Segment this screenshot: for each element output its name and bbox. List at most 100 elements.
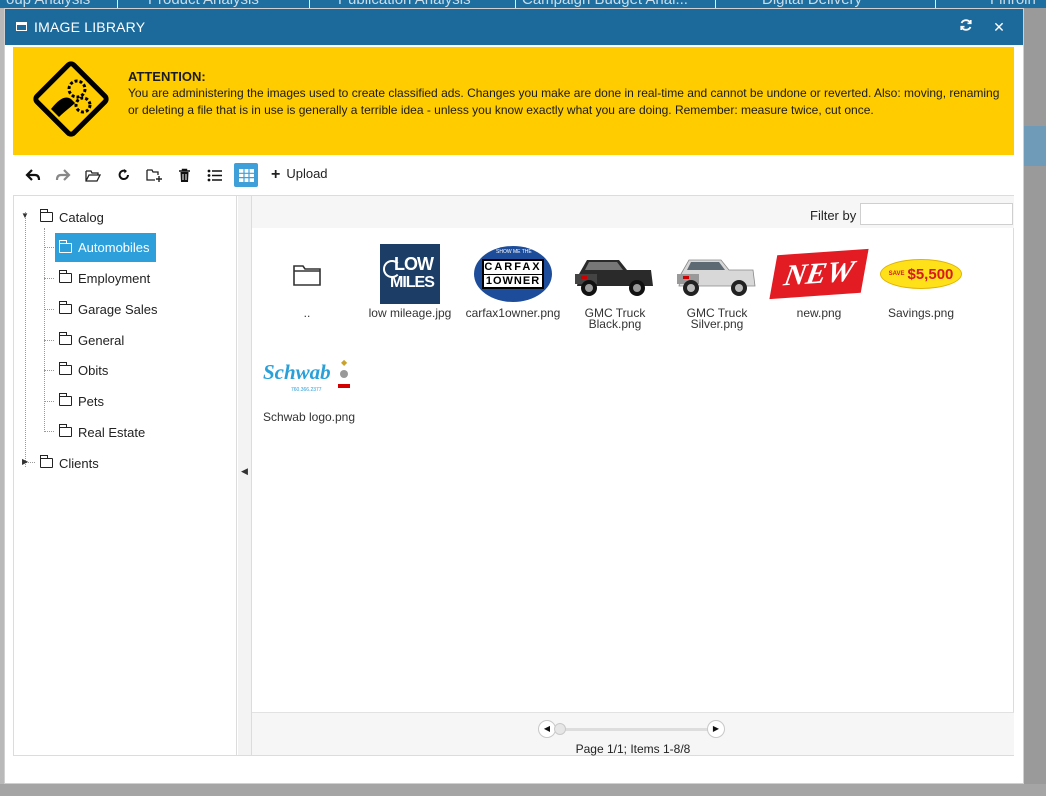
- background-tab: Finroin: [936, 0, 1046, 8]
- file-thumbnail: SAVE $5,500: [871, 242, 971, 306]
- grid-view-icon[interactable]: [234, 163, 258, 187]
- file-tile-low-mileage[interactable]: LOW MILES low mileage.jpg: [360, 242, 460, 342]
- parent-folder-icon: [257, 242, 357, 306]
- tree-node-label: Pets: [78, 393, 105, 409]
- filter-bar: Filter by: [252, 196, 1014, 228]
- thumb-text: NEW: [781, 254, 857, 293]
- thumb-text: SHOW ME THE: [496, 249, 532, 255]
- file-tile-gmc-black[interactable]: GMC Truck Black.png: [565, 242, 665, 342]
- file-tile-new[interactable]: NEW new.png: [769, 242, 869, 342]
- thumb-text: Schwab: [263, 360, 331, 384]
- back-arrow-icon[interactable]: [21, 163, 45, 187]
- tree-node-label: Obits: [78, 362, 109, 378]
- delete-trash-icon[interactable]: [172, 163, 196, 187]
- file-toolbar: + Upload: [13, 157, 1014, 193]
- collapse-arrow-icon[interactable]: ▼: [21, 211, 29, 220]
- file-name: new.png: [796, 306, 842, 320]
- file-name: GMC Truck Black.png: [584, 306, 646, 331]
- file-thumbnail: SHOW ME THE CARFAX 1OWNER: [463, 242, 563, 306]
- refresh-icon[interactable]: [957, 18, 975, 36]
- file-name: ..: [303, 306, 311, 320]
- tree-node-general[interactable]: General: [55, 327, 128, 353]
- list-view-icon[interactable]: [203, 163, 227, 187]
- file-name: carfax1owner.png: [465, 306, 561, 320]
- file-name: Schwab logo.png: [262, 410, 356, 424]
- image-library-window: IMAGE LIBRARY ✕ ATTENTION: You are admin…: [4, 8, 1024, 784]
- expand-arrow-icon[interactable]: ▶: [22, 457, 28, 466]
- pane-splitter[interactable]: ◀: [238, 196, 252, 755]
- background-tab: Campaign Budget Anal...: [516, 0, 716, 8]
- folder-icon: [59, 239, 72, 253]
- tree-node-label: Employment: [78, 270, 151, 286]
- tree-node-clients[interactable]: Clients: [36, 450, 103, 476]
- new-folder-icon[interactable]: [142, 163, 166, 187]
- thumb-text: CARFAX: [484, 261, 542, 275]
- file-thumbnail: NEW: [769, 242, 869, 306]
- tree-node-label: Real Estate: [78, 424, 146, 440]
- close-icon[interactable]: ✕: [990, 18, 1008, 36]
- file-tile-gmc-silver[interactable]: GMC Truck Silver.png: [667, 242, 767, 342]
- thumb-text: 1OWNER: [485, 275, 541, 287]
- file-name: Savings.png: [887, 306, 955, 320]
- pager-bar: ◀ ▶ Page 1/1; Items 1-8/8: [252, 712, 1014, 756]
- tree-node-pets[interactable]: Pets: [55, 388, 108, 414]
- background-tab-strip: oup Analysis Product Analysis Publicatio…: [0, 0, 1046, 8]
- folder-icon: [59, 393, 72, 406]
- tree-node-employment[interactable]: Employment: [55, 265, 154, 291]
- tree-node-label: General: [78, 332, 125, 348]
- background-tab: oup Analysis: [0, 0, 118, 8]
- hand-gears-warning-icon: [33, 61, 109, 137]
- background-tab: Digital Delivery: [716, 0, 936, 8]
- silver-truck-image: [667, 242, 767, 306]
- library-panel: ▼ Catalog Automobiles Employment Garage …: [13, 195, 1014, 756]
- folder-icon: [40, 455, 53, 468]
- tree-node-automobiles[interactable]: Automobiles: [55, 233, 156, 262]
- background-tab: Product Analysis: [118, 0, 310, 8]
- folder-icon: [59, 362, 72, 375]
- plus-icon: +: [271, 166, 281, 183]
- thumb-text: $5,500: [907, 265, 954, 283]
- upload-button[interactable]: + Upload: [271, 166, 328, 184]
- pager-status: Page 1/1; Items 1-8/8: [575, 742, 691, 756]
- thumb-text: 760.366.2377: [291, 387, 322, 393]
- file-grid: .. LOW MILES low mileage.jpg SHOW ME THE…: [252, 228, 1014, 712]
- file-thumbnail: LOW MILES: [360, 242, 460, 306]
- folder-tree: ▼ Catalog Automobiles Employment Garage …: [14, 196, 237, 755]
- folder-icon: [59, 301, 72, 314]
- attention-banner: ATTENTION: You are administering the ima…: [13, 47, 1014, 155]
- next-page-icon[interactable]: ▶: [707, 720, 725, 738]
- tree-node-label: Clients: [59, 455, 99, 471]
- pager-track[interactable]: [556, 728, 708, 731]
- window-titlebar: IMAGE LIBRARY ✕: [5, 9, 1023, 45]
- tree-node-real-estate[interactable]: Real Estate: [55, 419, 149, 445]
- collapse-pane-arrow-icon[interactable]: ◀: [241, 466, 248, 477]
- filter-input[interactable]: [860, 203, 1013, 225]
- open-folder-icon[interactable]: [81, 163, 105, 187]
- folder-icon: [59, 270, 72, 283]
- tree-node-garage-sales[interactable]: Garage Sales: [55, 296, 162, 322]
- file-browser: Filter by .. LOW MILES low mileage.jpg S…: [252, 196, 1014, 756]
- file-tile-carfax[interactable]: SHOW ME THE CARFAX 1OWNER carfax1owner.p…: [463, 242, 563, 342]
- window-title: IMAGE LIBRARY: [34, 19, 146, 35]
- file-tile-schwab-logo[interactable]: Schwab 760.366.2377 ◆ Schwab logo.png: [259, 346, 359, 446]
- file-thumbnail: Schwab 760.366.2377 ◆: [259, 346, 359, 410]
- folder-icon: [59, 332, 72, 345]
- background-tab: Publication Analysis: [310, 0, 516, 8]
- filter-label: Filter by: [810, 208, 857, 223]
- forward-arrow-icon[interactable]: [51, 163, 75, 187]
- file-tile-parent-folder[interactable]: ..: [257, 242, 357, 342]
- tree-node-label: Automobiles: [78, 240, 150, 255]
- thumb-text: SAVE: [888, 271, 905, 277]
- pager-thumb[interactable]: [554, 723, 566, 735]
- tree-node-obits[interactable]: Obits: [55, 357, 112, 383]
- file-name: GMC Truck Silver.png: [686, 306, 748, 331]
- tree-node-catalog[interactable]: Catalog: [36, 204, 108, 230]
- reload-icon[interactable]: [112, 163, 136, 187]
- attention-heading: ATTENTION:: [128, 69, 206, 84]
- background-app-bottom: [0, 784, 1046, 796]
- attention-message: You are administering the images used to…: [128, 86, 1000, 117]
- folder-icon: [40, 209, 53, 222]
- background-app-right: [1024, 8, 1046, 796]
- file-tile-savings[interactable]: SAVE $5,500 Savings.png: [871, 242, 971, 342]
- black-truck-image: [565, 242, 665, 306]
